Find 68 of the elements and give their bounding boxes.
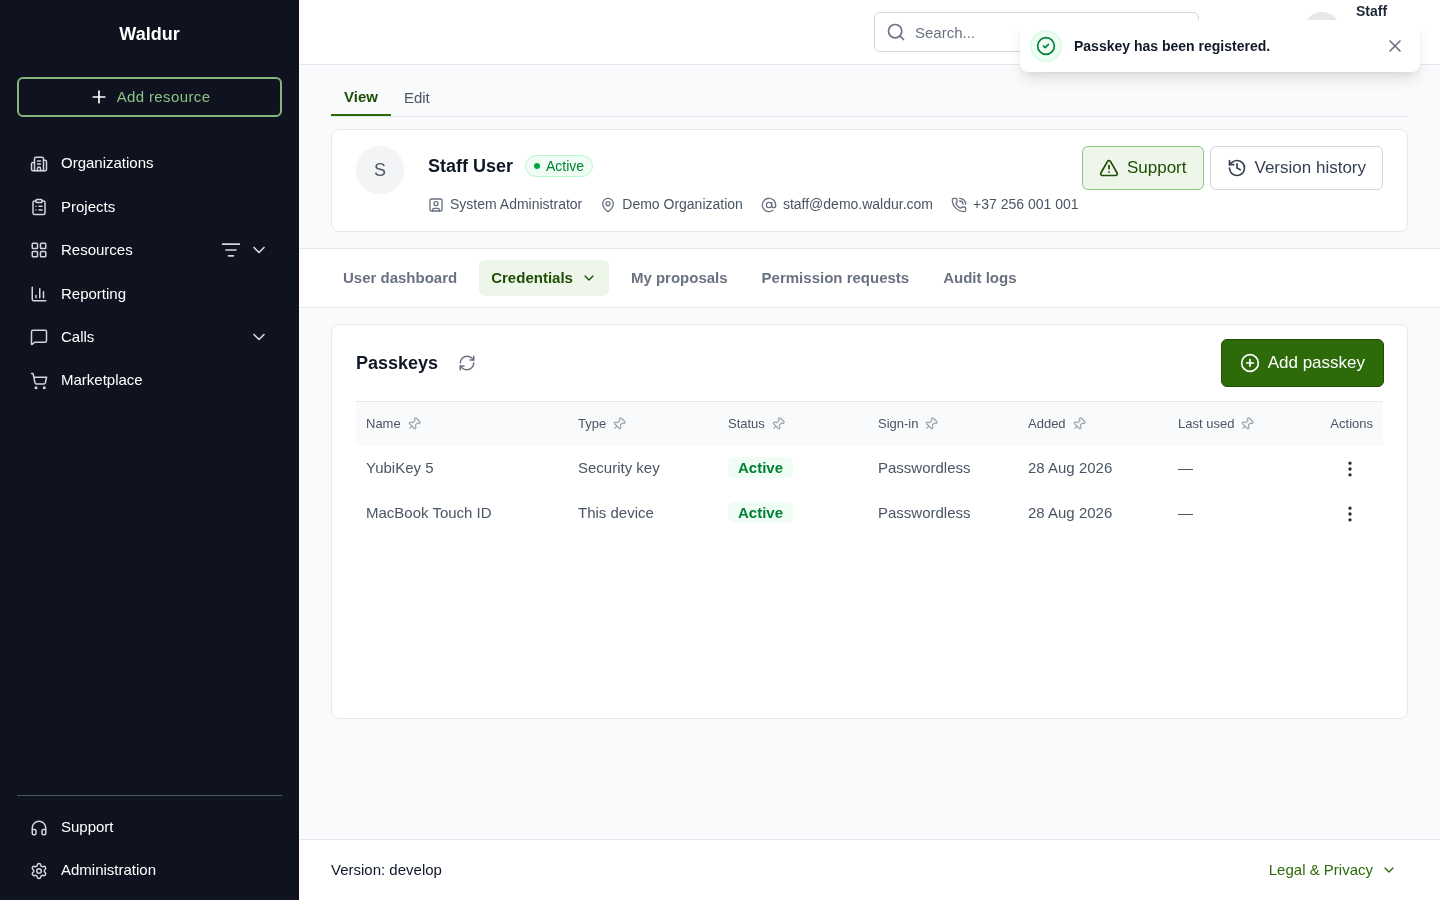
- at-sign-icon: [760, 196, 777, 213]
- column-header: Name: [366, 415, 401, 434]
- sidebar-item[interactable]: Projects: [17, 185, 282, 229]
- version-text: Version: develop: [331, 859, 443, 880]
- section-tab[interactable]: Permission requests: [749, 260, 922, 296]
- version-history-button[interactable]: Version history: [1209, 146, 1383, 190]
- table-cell: —: [1178, 459, 1193, 477]
- sidebar-item[interactable]: Resources: [17, 228, 282, 273]
- clipboard-icon: [30, 198, 48, 217]
- support-button[interactable]: Support: [1081, 146, 1204, 190]
- profile-detail: staff@demo.waldur.com: [782, 195, 934, 214]
- user-name: Staff User: [428, 155, 514, 178]
- table-cell: Passwordless: [878, 504, 971, 522]
- table-cell: Security key: [578, 459, 660, 477]
- status-badge: Active: [728, 457, 794, 479]
- table-cell: MacBook Touch ID: [366, 504, 492, 522]
- settings-icon: [30, 861, 48, 880]
- grid-icon: [30, 241, 48, 260]
- add-resource-button[interactable]: Add resource: [17, 77, 282, 117]
- column-header: Actions: [1330, 415, 1373, 434]
- brand-name: Waldur: [118, 23, 181, 46]
- column-header: Last used: [1178, 415, 1235, 434]
- section-tab[interactable]: Audit logs: [931, 260, 1029, 296]
- user-name: Staff: [1356, 4, 1388, 18]
- history-icon: [1226, 158, 1247, 178]
- profile-detail: System Administrator: [450, 195, 583, 214]
- id-card-icon: [428, 196, 444, 213]
- sidebar-item[interactable]: Support: [17, 806, 282, 849]
- map-pin-icon: [600, 196, 617, 213]
- column-header: Type: [578, 415, 607, 434]
- sidebar-item[interactable]: Marketplace: [17, 358, 282, 403]
- section-tab[interactable]: Credentials: [479, 260, 609, 296]
- bar-chart-icon: [30, 284, 48, 303]
- check-circle-icon: [1036, 36, 1056, 56]
- column-header: Added: [1028, 415, 1066, 434]
- column-header: Status: [728, 415, 765, 434]
- headset-icon: [30, 818, 48, 837]
- search-icon: [886, 22, 906, 42]
- status-badge: Active: [525, 155, 594, 177]
- page-tab[interactable]: Edit: [390, 80, 443, 116]
- refresh-icon[interactable]: [458, 354, 477, 372]
- profile-detail: +37 256 001 001: [973, 195, 1079, 214]
- phone-icon: [951, 196, 968, 213]
- cart-icon: [30, 371, 48, 390]
- section-tab[interactable]: User dashboard: [331, 260, 470, 296]
- sidebar-item[interactable]: Organizations: [17, 142, 282, 186]
- sidebar-item[interactable]: Administration: [17, 849, 282, 892]
- table-cell: Passwordless: [878, 459, 971, 477]
- section-tab[interactable]: My proposals: [618, 260, 740, 296]
- table-cell: 28 Aug 2026: [1028, 459, 1113, 477]
- building-icon: [30, 154, 48, 173]
- card-title: Passkeys: [356, 352, 439, 375]
- profile-detail: Demo Organization: [622, 195, 743, 214]
- legal-link[interactable]: Legal & Privacy: [1268, 858, 1397, 882]
- table-cell: 28 Aug 2026: [1028, 504, 1113, 522]
- chat-icon: [30, 328, 48, 347]
- sidebar-item[interactable]: Calls: [17, 315, 282, 359]
- avatar: S: [356, 146, 404, 194]
- sidebar-item[interactable]: Reporting: [17, 272, 282, 316]
- column-header: Sign-in: [878, 415, 919, 434]
- warning-icon: [1098, 158, 1119, 178]
- plus-circle-icon: [1239, 353, 1260, 373]
- status-badge: Active: [728, 502, 794, 524]
- page-tab[interactable]: View: [331, 80, 391, 116]
- table-cell: This device: [578, 504, 654, 522]
- table-cell: —: [1178, 504, 1193, 522]
- table-cell: YubiKey 5: [366, 459, 434, 477]
- add-passkey-button[interactable]: Add passkey: [1220, 339, 1384, 387]
